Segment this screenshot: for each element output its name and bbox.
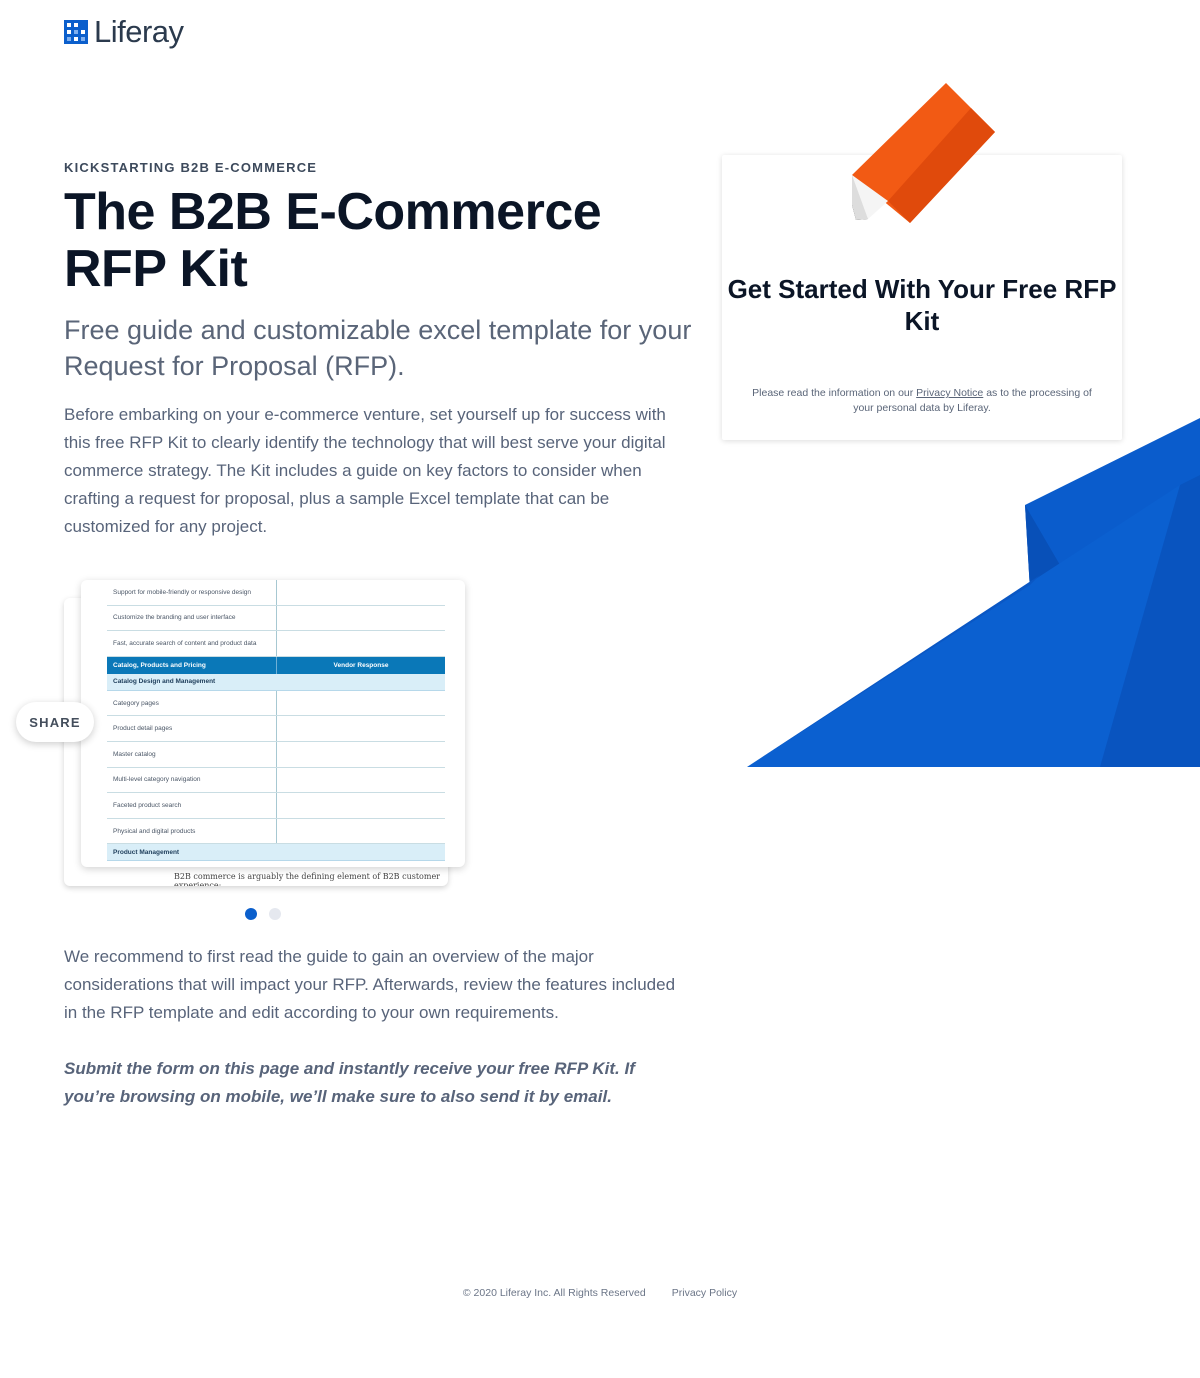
table-row: Fast, accurate search of content and pro… xyxy=(107,631,445,657)
table-row: Customize the branding and user interfac… xyxy=(107,605,445,632)
form-title: Get Started With Your Free RFP Kit xyxy=(727,274,1117,336)
carousel-dot-1[interactable] xyxy=(245,908,257,920)
page-title: The B2B E-Commerce RFP Kit xyxy=(64,183,602,298)
liferay-logo-icon xyxy=(64,20,88,44)
page-subtitle: Free guide and customizable excel templa… xyxy=(64,315,692,381)
preview-carousel[interactable]: B2B commerce is arguably the defining el… xyxy=(64,578,466,888)
privacy-notice-text: Please read the information on our Priva… xyxy=(752,387,1092,414)
table-row: Physical and digital products xyxy=(107,818,445,845)
table-row: Multi-level category navigation xyxy=(107,767,445,794)
eyebrow: KICKSTARTING B2B E-COMMERCE xyxy=(64,160,318,175)
intro-paragraph: Before embarking on your e-commerce vent… xyxy=(64,405,666,536)
privacy-notice-link[interactable]: Privacy Notice xyxy=(916,387,983,399)
logo-text: Liferay xyxy=(94,14,184,49)
carousel-slide-template: Support for mobile-friendly or responsiv… xyxy=(81,580,465,867)
template-sheet: Support for mobile-friendly or responsiv… xyxy=(107,580,445,862)
liferay-logo[interactable]: Liferay xyxy=(64,14,184,50)
table-header: Catalog, Products and Pricing Vendor Resp… xyxy=(107,656,445,674)
table-row: Product detail pages xyxy=(107,716,445,742)
table-row: Category pages xyxy=(107,690,445,717)
copyright-text: © 2020 Liferay Inc. All Rights Reserved xyxy=(462,1287,646,1299)
table-row: Support for mobile-friendly or responsiv… xyxy=(107,580,445,606)
carousel-dots xyxy=(245,908,281,920)
cta-paragraph: Submit the form on this page and instant… xyxy=(64,1059,635,1106)
table-subheader: Product Management xyxy=(107,844,445,862)
recommend-paragraph: We recommend to first read the guide to … xyxy=(64,947,676,1022)
blue-paper-plane-graphic xyxy=(747,418,1200,767)
share-button[interactable]: SHARE xyxy=(16,702,94,742)
table-row: Faceted product search xyxy=(107,793,445,819)
pencil-icon xyxy=(852,83,995,223)
table-row: Master catalog xyxy=(107,741,445,768)
guide-caption: B2B commerce is arguably the defining el… xyxy=(174,872,441,886)
table-subheader: Catalog Design and Management xyxy=(107,673,445,691)
footer: © 2020 Liferay Inc. All Rights Reserved … xyxy=(0,1287,1200,1299)
privacy-policy-link[interactable]: Privacy Policy xyxy=(672,1287,737,1299)
carousel-dot-2[interactable] xyxy=(269,908,281,920)
